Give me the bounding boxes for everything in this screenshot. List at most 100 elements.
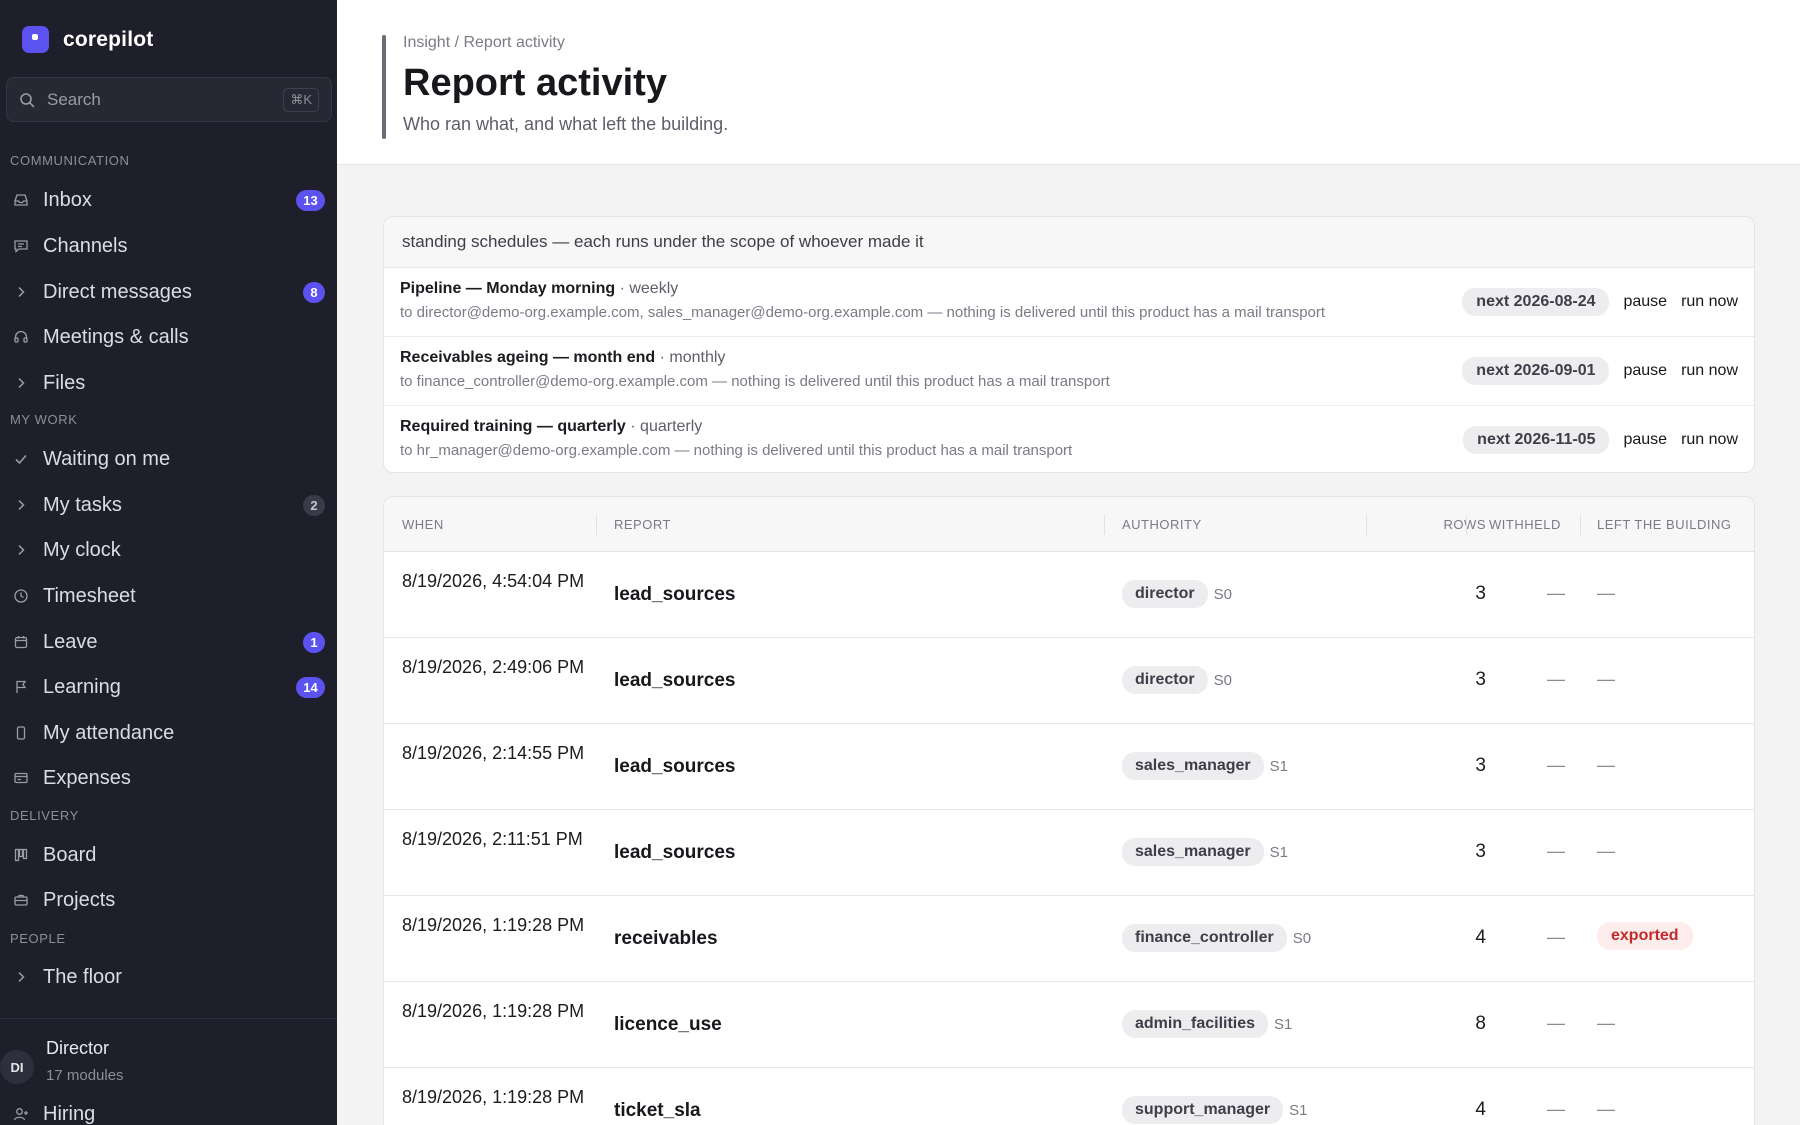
table-row[interactable]: 8/19/2026, 2:14:55 PM lead_sources sales… — [384, 724, 1754, 810]
column-authority[interactable]: AUTHORITY — [1122, 517, 1202, 532]
learning-badge: 14 — [296, 676, 325, 698]
table-row[interactable]: 8/19/2026, 2:11:51 PM lead_sources sales… — [384, 810, 1754, 896]
search-box[interactable]: ⌘K — [6, 77, 332, 122]
run-now-button[interactable]: run now — [1681, 362, 1738, 380]
run-now-button[interactable]: run now — [1681, 431, 1738, 449]
scope-label: S1 — [1274, 1015, 1293, 1033]
breadcrumb[interactable]: Insight / Report activity — [403, 34, 565, 52]
sidebar-item-projects[interactable]: Projects — [0, 880, 337, 920]
page-header: Insight / Report activity Report activit… — [337, 0, 1800, 165]
scope-label: S1 — [1289, 1101, 1308, 1119]
user-modules: 17 modules — [46, 1067, 124, 1084]
sidebar-divider — [0, 1018, 337, 1019]
schedule-actions: next 2026-08-24 pause run now — [1462, 288, 1738, 316]
cell-withheld: — — [1547, 1099, 1565, 1119]
search-icon — [20, 92, 35, 107]
cell-withheld: — — [1547, 669, 1565, 689]
pause-button[interactable]: pause — [1623, 362, 1667, 380]
column-divider — [1366, 515, 1367, 535]
cell-when: 8/19/2026, 2:14:55 PM — [402, 743, 585, 763]
user-profile[interactable]: DI Director 17 modules — [0, 1038, 124, 1084]
cell-when: 8/19/2026, 4:54:04 PM — [402, 571, 585, 591]
table-row[interactable]: 8/19/2026, 1:19:28 PM receivables financ… — [384, 896, 1754, 982]
cell-left-the-building: — — [1597, 583, 1615, 603]
cell-withheld: — — [1547, 755, 1565, 775]
pause-button[interactable]: pause — [1623, 293, 1667, 311]
cell-withheld: — — [1547, 927, 1565, 947]
avatar: DI — [0, 1050, 34, 1084]
schedule-row: Receivables ageing — month end · monthly… — [384, 337, 1754, 406]
sidebar-item-learning[interactable]: Learning 14 — [0, 667, 337, 707]
table-row[interactable]: 8/19/2026, 1:19:28 PM ticket_sla support… — [384, 1068, 1754, 1125]
cell-report: lead_sources — [614, 670, 736, 691]
cell-withheld: — — [1547, 583, 1565, 603]
direct-messages-badge: 8 — [303, 281, 325, 303]
schedule-row: Required training — quarterly · quarterl… — [384, 406, 1754, 472]
sidebar-item-board[interactable]: Board — [0, 835, 337, 875]
table-row[interactable]: 8/19/2026, 1:19:28 PM licence_use admin_… — [384, 982, 1754, 1068]
cell-report: lead_sources — [614, 842, 736, 863]
inbox-badge: 13 — [296, 189, 325, 211]
column-report[interactable]: REPORT — [614, 517, 671, 532]
sidebar-item-my-attendance[interactable]: My attendance — [0, 713, 337, 753]
chevron-right-icon — [12, 496, 30, 514]
sidebar-item-my-tasks[interactable]: My tasks 2 — [0, 485, 337, 525]
sidebar-item-channels[interactable]: Channels — [0, 226, 337, 266]
column-divider — [596, 515, 597, 535]
sidebar-item-files[interactable]: Files — [0, 363, 337, 403]
run-now-button[interactable]: run now — [1681, 293, 1738, 311]
schedule-name: Pipeline — Monday morning — [400, 280, 616, 297]
table-row[interactable]: 8/19/2026, 2:49:06 PM lead_sources direc… — [384, 638, 1754, 724]
chevron-right-icon — [12, 374, 30, 392]
header-accent-bar — [382, 35, 386, 139]
schedule-actions: next 2026-11-05 pause run now — [1463, 426, 1738, 454]
table-row[interactable]: 8/19/2026, 4:54:04 PM lead_sources direc… — [384, 552, 1754, 638]
sidebar-item-the-floor[interactable]: The floor — [0, 957, 337, 997]
cell-rows: 4 — [1475, 927, 1486, 948]
calendar-icon — [12, 633, 30, 651]
column-rows[interactable]: ROWS — [1406, 517, 1486, 532]
search-input[interactable] — [47, 89, 284, 110]
user-name: Director — [46, 1038, 110, 1058]
phone-icon — [12, 724, 30, 742]
sidebar-item-direct-messages[interactable]: Direct messages 8 — [0, 272, 337, 312]
cell-left-the-building: — — [1597, 669, 1615, 689]
schedules-heading: standing schedules — each runs under the… — [384, 217, 1754, 268]
cell-authority: director S0 — [1122, 580, 1232, 608]
column-divider — [1466, 515, 1467, 535]
section-people: PEOPLE — [10, 931, 66, 946]
cell-report: ticket_sla — [614, 1100, 701, 1121]
pause-button[interactable]: pause — [1623, 431, 1667, 449]
schedule-frequency: · monthly — [659, 349, 726, 366]
receipt-icon — [12, 769, 30, 787]
sidebar-item-expenses[interactable]: Expenses — [0, 758, 337, 798]
column-when[interactable]: WHEN — [402, 517, 444, 532]
my-tasks-badge: 2 — [303, 494, 325, 516]
board-icon — [12, 846, 30, 864]
brand-name: corepilot — [63, 27, 154, 51]
brand[interactable]: corepilot — [22, 26, 153, 53]
scope-label: S1 — [1269, 843, 1288, 861]
column-divider — [1580, 515, 1581, 535]
column-left-the-building[interactable]: LEFT THE BUILDING — [1597, 517, 1731, 532]
sidebar-item-leave[interactable]: Leave 1 — [0, 622, 337, 662]
column-divider — [1104, 515, 1105, 535]
role-badge: sales_manager — [1122, 838, 1264, 866]
cell-authority: admin_facilities S1 — [1122, 1010, 1292, 1038]
cell-when: 8/19/2026, 2:49:06 PM — [402, 657, 585, 677]
schedule-name: Receivables ageing — month end — [400, 349, 656, 366]
sidebar-item-waiting-on-me[interactable]: Waiting on me — [0, 439, 337, 479]
standing-schedules-card: standing schedules — each runs under the… — [383, 216, 1755, 473]
cell-withheld: — — [1547, 841, 1565, 861]
clock-icon — [12, 587, 30, 605]
column-withheld[interactable]: WITHHELD — [1489, 517, 1561, 532]
cell-authority: director S0 — [1122, 666, 1232, 694]
sidebar-item-hiring[interactable]: Hiring — [0, 1094, 337, 1125]
sidebar-item-meetings[interactable]: Meetings & calls — [0, 317, 337, 357]
sidebar-item-inbox[interactable]: Inbox 13 — [0, 180, 337, 220]
search-shortcut: ⌘K — [283, 87, 319, 112]
next-run-badge: next 2026-11-05 — [1463, 426, 1610, 454]
schedule-actions: next 2026-09-01 pause run now — [1462, 357, 1738, 385]
sidebar-item-timesheet[interactable]: Timesheet — [0, 576, 337, 616]
sidebar-item-my-clock[interactable]: My clock — [0, 530, 337, 570]
